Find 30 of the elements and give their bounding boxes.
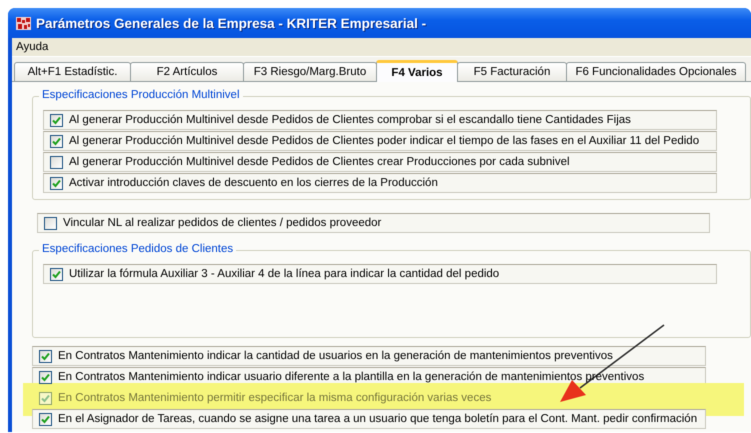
checkbox[interactable] <box>50 114 63 126</box>
checkbox-label: En Contratos Mantenimiento permitir especificar la misma configuración varias veces <box>58 392 492 404</box>
app-icon <box>16 16 31 30</box>
checkbox[interactable] <box>50 176 63 190</box>
checkbox-label: En Contratos Mantenimiento indicar la cantidad de usuarios en la generación de mantenimientos preventivos <box>58 350 613 362</box>
checkbox[interactable] <box>39 370 52 384</box>
checkbox-label: Al generar Producción Multinivel desde Pedidos de Clientes crear Producciones por cada subnivel <box>69 156 570 168</box>
checkbox-label: Vincular NL al realizar pedidos de clientes / pedidos proveedor <box>63 217 382 229</box>
menu-item[interactable]: Ayuda <box>16 41 48 53</box>
checkbox[interactable] <box>39 412 52 426</box>
tab[interactable]: F5 Facturación <box>457 62 567 81</box>
tab[interactable]: F4 Varios <box>376 60 458 82</box>
checkbox-label: Activar introducción claves de descuento en los cierres de la Producción <box>69 177 438 189</box>
tab[interactable]: F6 Funcionalidades Opcionales <box>566 62 746 81</box>
window-title: Parámetros Generales de la Empresa - KRITER Empresarial - <box>36 16 426 30</box>
group-legend: Especificaciones Pedidos de Clientes <box>39 243 236 255</box>
checkbox-label: Al generar Producción Multinivel desde Pedidos de Clientes comprobar si el escandallo tiene Cantidades Fijas <box>69 114 631 126</box>
checkbox[interactable] <box>44 216 57 230</box>
checkbox[interactable] <box>39 350 52 362</box>
checkbox[interactable] <box>50 156 63 168</box>
tab[interactable]: Alt+F1 Estadístic. <box>14 62 131 81</box>
tab[interactable]: F2 Artículos <box>130 62 244 81</box>
checkbox-label: Al generar Producción Multinivel desde Pedidos de Clientes poder indicar el tiempo de las fases en el Auxiliar 11 del Pedido <box>69 135 700 147</box>
checkbox[interactable] <box>50 134 63 148</box>
checkbox[interactable] <box>39 392 52 404</box>
checkbox-label: En el Asignador de Tareas, cuando se asigne una tarea a un usuario que tenga boletín para el Cont. Mant. pedir confirmación <box>58 413 698 425</box>
checkbox[interactable] <box>50 268 63 280</box>
group-legend: Especificaciones Producción Multinivel <box>39 89 243 101</box>
tab[interactable]: F3 Riesgo/Marg.Bruto <box>243 62 377 81</box>
checkbox-label: Utilizar la fórmula Auxiliar 3 - Auxiliar 4 de la línea para indicar la cantidad del pedido <box>69 268 500 280</box>
